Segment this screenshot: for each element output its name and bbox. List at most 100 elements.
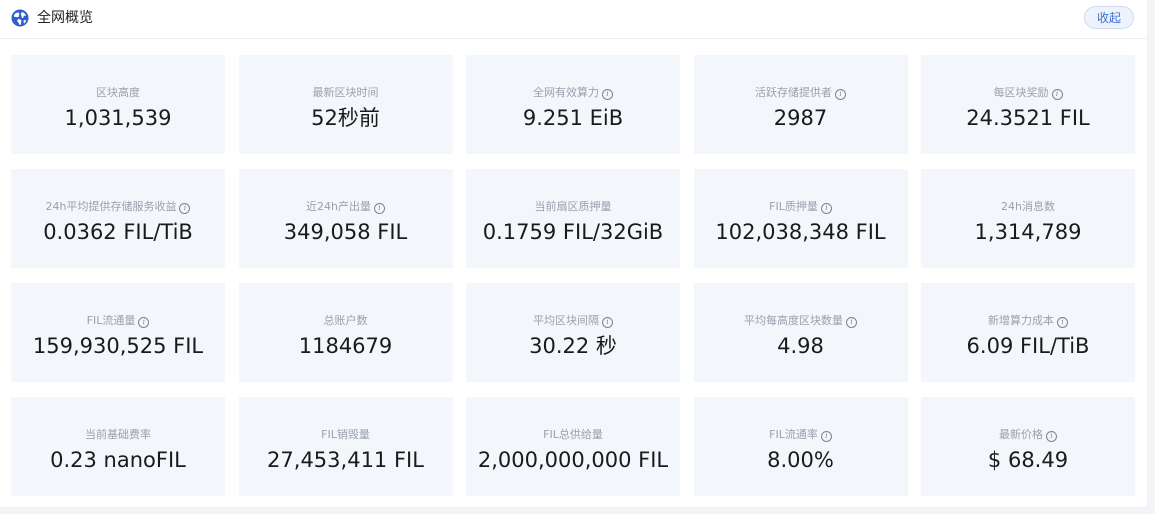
stat-label: 24h消息数 bbox=[921, 200, 1135, 214]
info-icon[interactable]: i bbox=[602, 89, 613, 100]
stat-value: 0.1759 FIL/32GiB bbox=[482, 220, 664, 244]
stat-card: 平均每高度区块数量 i 4.98 bbox=[693, 283, 908, 382]
stat-card: 近24h产出量 i 349,058 FIL bbox=[238, 169, 453, 268]
stat-value: 30.22 秒 bbox=[529, 334, 617, 358]
stat-value: 52秒前 bbox=[311, 106, 380, 130]
stat-value: 4.98 bbox=[777, 334, 824, 358]
stat-label-text: 当前扇区质押量 bbox=[534, 200, 612, 213]
stat-label-text: FIL质押量 bbox=[769, 200, 818, 213]
stat-card: 最新价格 i $ 68.49 bbox=[921, 397, 1135, 496]
stat-label: 新增算力成本 i bbox=[921, 314, 1135, 328]
stat-label-text: FIL总供给量 bbox=[543, 428, 603, 441]
info-icon[interactable]: i bbox=[1057, 317, 1068, 328]
page-title: 全网概览 bbox=[37, 10, 93, 26]
stat-label: FIL销毁量 bbox=[239, 428, 453, 442]
info-icon[interactable]: i bbox=[820, 431, 832, 442]
stat-card: 24h消息数 1,314,789 bbox=[921, 169, 1135, 268]
stat-label: 近24h产出量 i bbox=[239, 200, 453, 214]
stat-label-text: 24h消息数 bbox=[1001, 200, 1055, 213]
info-icon[interactable]: i bbox=[138, 317, 150, 328]
info-icon[interactable]: i bbox=[820, 203, 832, 214]
stat-label-text: 近24h产出量 bbox=[306, 200, 371, 213]
stat-label: 全网有效算力 i bbox=[466, 86, 680, 100]
stats-grid: 区块高度 1,031,539 最新区块时间 52秒前 全网有效算力 i 9.251 EiB 活… bbox=[11, 55, 1135, 496]
stat-card: 当前扇区质押量 0.1759 FIL/32GiB bbox=[466, 169, 680, 268]
stat-value: 0.23 nanoFIL bbox=[50, 448, 186, 472]
stat-card: FIL总供给量 2,000,000,000 FIL bbox=[466, 397, 680, 496]
stat-card: 每区块奖励 i 24.3521 FIL bbox=[921, 55, 1135, 154]
stat-label-text: 平均每高度区块数量 bbox=[744, 314, 843, 327]
stat-value: 8.00% bbox=[767, 448, 834, 472]
stat-label: FIL质押量 i bbox=[694, 200, 908, 214]
stat-label: 活跃存储提供者 i bbox=[694, 86, 908, 100]
panel-header: 全网概览 收起 bbox=[0, 0, 1148, 39]
stat-label-text: FIL销毁量 bbox=[321, 428, 370, 441]
stat-label: 当前扇区质押量 bbox=[466, 200, 680, 214]
stat-value: 1,314,789 bbox=[974, 220, 1082, 244]
stat-value: 2,000,000,000 FIL bbox=[477, 448, 669, 472]
stat-card: FIL流通量 i 159,930,525 FIL bbox=[11, 283, 225, 382]
info-icon[interactable]: i bbox=[1051, 89, 1063, 100]
stat-label-text: 当前基础费率 bbox=[85, 428, 151, 441]
stat-card: 平均区块间隔 i 30.22 秒 bbox=[466, 283, 680, 382]
stat-label-text: FIL流通量 bbox=[86, 314, 136, 327]
stat-card: 总账户数 1184679 bbox=[238, 283, 453, 382]
stat-value: 27,453,411 FIL bbox=[267, 448, 424, 472]
info-icon[interactable]: i bbox=[1046, 431, 1057, 442]
stat-value: 6.09 FIL/TiB bbox=[966, 334, 1090, 358]
stat-value: $ 68.49 bbox=[987, 448, 1069, 472]
stat-label-text: 区块高度 bbox=[96, 86, 140, 99]
stat-card: 活跃存储提供者 i 2987 bbox=[693, 55, 908, 154]
info-icon[interactable]: i bbox=[602, 317, 613, 328]
stat-card: 最新区块时间 52秒前 bbox=[238, 55, 453, 154]
stat-value: 102,038,348 FIL bbox=[715, 220, 886, 244]
info-icon[interactable]: i bbox=[373, 203, 385, 214]
info-icon[interactable]: i bbox=[835, 89, 846, 100]
stat-value: 1184679 bbox=[298, 334, 393, 358]
info-icon[interactable]: i bbox=[179, 203, 191, 214]
stat-label: 最新价格 i bbox=[921, 428, 1135, 442]
stat-label: 最新区块时间 bbox=[239, 86, 453, 100]
collapse-button[interactable]: 收起 bbox=[1084, 6, 1134, 29]
stat-card: 全网有效算力 i 9.251 EiB bbox=[466, 55, 680, 154]
stat-value: 159,930,525 FIL bbox=[32, 334, 204, 358]
stat-label: 总账户数 bbox=[239, 314, 453, 328]
stat-label-text: 最新区块时间 bbox=[312, 86, 379, 99]
stat-label-text: 24h平均提供存储服务收益 bbox=[45, 200, 177, 213]
page-gutter bbox=[0, 508, 1155, 514]
stat-value: 0.0362 FIL/TiB bbox=[43, 220, 193, 244]
stat-card: FIL质押量 i 102,038,348 FIL bbox=[693, 169, 908, 268]
stat-label: 24h平均提供存储服务收益 i bbox=[11, 200, 225, 214]
stat-card: 新增算力成本 i 6.09 FIL/TiB bbox=[921, 283, 1135, 382]
stat-label-text: 新增算力成本 bbox=[988, 314, 1054, 327]
stat-card: FIL销毁量 27,453,411 FIL bbox=[238, 397, 453, 496]
stat-label: 区块高度 bbox=[11, 86, 225, 100]
stat-value: 2987 bbox=[773, 106, 828, 130]
stat-label: 平均每高度区块数量 i bbox=[694, 314, 908, 328]
stat-label-text: FIL流通率 bbox=[769, 428, 818, 441]
network-overview-panel: 全网概览 收起 区块高度 1,031,539 最新区块时间 52秒前 全网有效算力 i 9.… bbox=[0, 0, 1148, 508]
globe-icon bbox=[11, 9, 29, 27]
stat-label-text: 活跃存储提供者 bbox=[755, 86, 832, 99]
stat-label-text: 全网有效算力 bbox=[533, 86, 599, 99]
stat-label-text: 总账户数 bbox=[323, 314, 368, 327]
info-icon[interactable]: i bbox=[846, 317, 857, 328]
stat-label: 当前基础费率 bbox=[11, 428, 225, 442]
stat-card: 24h平均提供存储服务收益 i 0.0362 FIL/TiB bbox=[11, 169, 225, 268]
stat-value: 24.3521 FIL bbox=[966, 106, 1090, 130]
stat-card: FIL流通率 i 8.00% bbox=[693, 397, 908, 496]
stat-value: 9.251 EiB bbox=[522, 106, 624, 130]
stat-card: 当前基础费率 0.23 nanoFIL bbox=[11, 397, 225, 496]
stat-label: 每区块奖励 i bbox=[921, 86, 1135, 100]
stat-label: FIL总供给量 bbox=[466, 428, 680, 442]
stat-label: FIL流通率 i bbox=[694, 428, 908, 442]
stat-value: 349,058 FIL bbox=[283, 220, 408, 244]
stat-label-text: 平均区块间隔 bbox=[533, 314, 599, 327]
scroll-gutter bbox=[1148, 0, 1155, 514]
stat-label: FIL流通量 i bbox=[11, 314, 225, 328]
stat-value: 1,031,539 bbox=[64, 106, 172, 130]
stat-label-text: 最新价格 bbox=[999, 428, 1043, 441]
stat-label-text: 每区块奖励 bbox=[993, 86, 1049, 99]
stat-label: 平均区块间隔 i bbox=[466, 314, 680, 328]
stat-card: 区块高度 1,031,539 bbox=[11, 55, 225, 154]
